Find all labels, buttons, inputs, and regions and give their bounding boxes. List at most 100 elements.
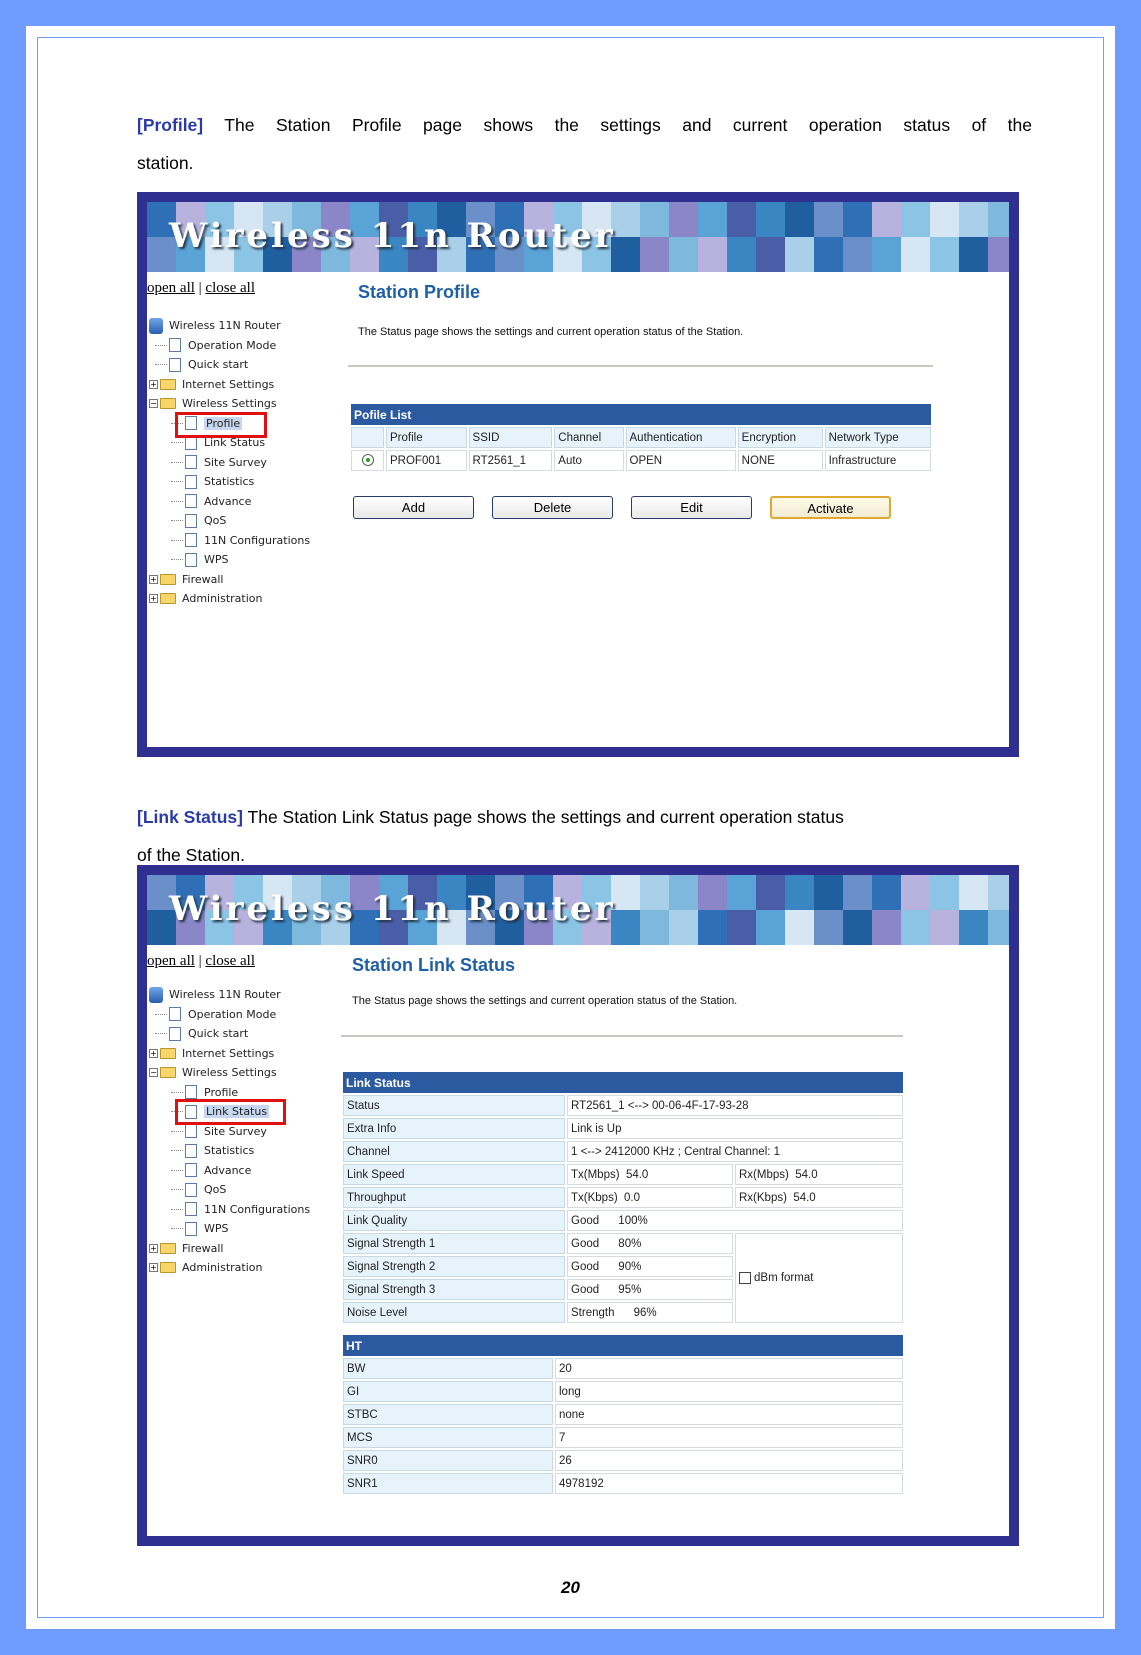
expand-icon[interactable]: + (149, 1048, 158, 1058)
tree-item-qos[interactable]: QoS (149, 511, 310, 531)
dbm-format-checkbox[interactable] (739, 1271, 751, 1284)
close-all-link[interactable]: close all (205, 953, 255, 969)
banner-tile (756, 237, 785, 272)
tree-item-advance[interactable]: Advance (149, 1161, 310, 1181)
link-paragraph: [Link Status] The Station Link Status pa… (137, 798, 1032, 836)
divider (348, 365, 933, 367)
activate-button[interactable]: Activate (770, 496, 891, 519)
cell-channel: Auto (554, 450, 624, 471)
profile-paragraph-line2: station. (137, 153, 194, 173)
throughput-tx: Tx(Kbps) 0.0 (567, 1187, 733, 1208)
tree-item-label: Wireless 11N Router (169, 319, 281, 333)
page-icon (185, 533, 197, 548)
banner-tile (843, 202, 872, 237)
tree-item-label: Advance (204, 494, 252, 508)
page-icon (185, 1182, 197, 1197)
ht-label: STBC (343, 1404, 553, 1425)
banner-tile (698, 237, 727, 272)
tree-item-wireless-11n-router[interactable]: Wireless 11N Router (149, 985, 310, 1005)
add-button[interactable]: Add (353, 496, 474, 519)
collapse-icon[interactable]: − (149, 399, 158, 409)
page-icon (185, 474, 197, 489)
tree-item-firewall[interactable]: + Firewall (149, 1239, 310, 1259)
table-row: MCS 7 (343, 1427, 903, 1448)
router-icon (149, 317, 163, 334)
collapse-icon[interactable]: − (149, 1068, 158, 1078)
open-all-link[interactable]: open all (147, 953, 195, 969)
tree-item-operation-mode[interactable]: Operation Mode (149, 1005, 310, 1025)
tree-item-wps[interactable]: WPS (149, 550, 310, 570)
tree-item-internet-settings[interactable]: + Internet Settings (149, 375, 310, 395)
page-icon (169, 338, 181, 353)
delete-button[interactable]: Delete (492, 496, 613, 519)
ht-label: SNR0 (343, 1450, 553, 1471)
ht-value: long (555, 1381, 903, 1402)
page-title: Station Profile (358, 282, 481, 302)
close-all-link[interactable]: close all (205, 280, 255, 296)
banner-tile (843, 237, 872, 272)
tree-item-wireless-settings[interactable]: − Wireless Settings (149, 1063, 310, 1083)
tree-item-administration[interactable]: + Administration (149, 589, 310, 609)
tree-item-statistics[interactable]: Statistics (149, 1141, 310, 1161)
banner-tile (959, 237, 988, 272)
separator: | (198, 953, 202, 969)
tree-item-wireless-11n-router[interactable]: Wireless 11N Router (149, 316, 310, 336)
profile-radio[interactable] (361, 454, 374, 467)
tree-item-label: Link Status (204, 436, 266, 450)
tree-connector (155, 364, 167, 366)
tree-item-operation-mode[interactable]: Operation Mode (149, 336, 310, 356)
expand-icon[interactable]: + (149, 574, 158, 584)
router-banner: Wireless 11n Router (147, 202, 1009, 272)
banner-tile (785, 237, 814, 272)
banner-tile (727, 875, 756, 910)
expand-icon[interactable]: + (149, 379, 158, 389)
expand-icon[interactable]: + (149, 1243, 158, 1253)
link-status-screenshot: Wireless 11n Router open all | close all… (137, 865, 1019, 1546)
tree-item-wps[interactable]: WPS (149, 1219, 310, 1239)
tree-item-statistics[interactable]: Statistics (149, 472, 310, 492)
tree-item-label: Administration (182, 1261, 263, 1275)
tree-connector (171, 442, 183, 444)
tree-connector (155, 1013, 167, 1015)
expand-icon[interactable]: + (149, 594, 158, 604)
tree-item-11n-configurations[interactable]: 11N Configurations (149, 531, 310, 551)
tree-item-11n-configurations[interactable]: 11N Configurations (149, 1200, 310, 1220)
table-row: SNR0 26 (343, 1450, 903, 1471)
page-icon (185, 1221, 197, 1236)
col-ssid: SSID (468, 427, 553, 448)
tree-item-label: Statistics (204, 1144, 255, 1158)
router-icon (149, 986, 163, 1003)
open-all-link[interactable]: open all (147, 280, 195, 296)
banner-tile (785, 910, 814, 945)
nav-tree: Wireless 11N Router Operation Mode Quick s… (149, 316, 310, 609)
banner-tile (727, 910, 756, 945)
banner-tile (901, 202, 930, 237)
tree-item-firewall[interactable]: + Firewall (149, 570, 310, 590)
tree-item-label: Profile (204, 1085, 239, 1099)
tree-item-site-survey[interactable]: Site Survey (149, 453, 310, 473)
dbm-format-label: dBm format (754, 1272, 814, 1285)
banner-tile (959, 202, 988, 237)
signal-2-label: Signal Strength 2 (343, 1256, 565, 1277)
banner-tile (698, 202, 727, 237)
banner-tile (959, 875, 988, 910)
page-icon (169, 357, 181, 372)
tree-item-qos[interactable]: QoS (149, 1180, 310, 1200)
tree-connector (171, 1228, 183, 1230)
edit-button[interactable]: Edit (631, 496, 752, 519)
router-banner: Wireless 11n Router (147, 875, 1009, 945)
tree-item-administration[interactable]: + Administration (149, 1258, 310, 1278)
expand-icon[interactable]: + (149, 1263, 158, 1273)
tree-item-quick-start[interactable]: Quick start (149, 355, 310, 375)
tree-connector (171, 481, 183, 483)
page-icon (185, 513, 197, 528)
tree-item-label: QoS (204, 1183, 227, 1197)
tree-item-quick-start[interactable]: Quick start (149, 1024, 310, 1044)
profile-list-title: Pofile List (351, 404, 931, 425)
tree-item-advance[interactable]: Advance (149, 492, 310, 512)
signal-2-value: Good 90% (567, 1256, 733, 1277)
signal-3-label: Signal Strength 3 (343, 1279, 565, 1300)
banner-tile (669, 202, 698, 237)
tree-item-wireless-settings[interactable]: − Wireless Settings (149, 394, 310, 414)
tree-item-internet-settings[interactable]: + Internet Settings (149, 1044, 310, 1064)
